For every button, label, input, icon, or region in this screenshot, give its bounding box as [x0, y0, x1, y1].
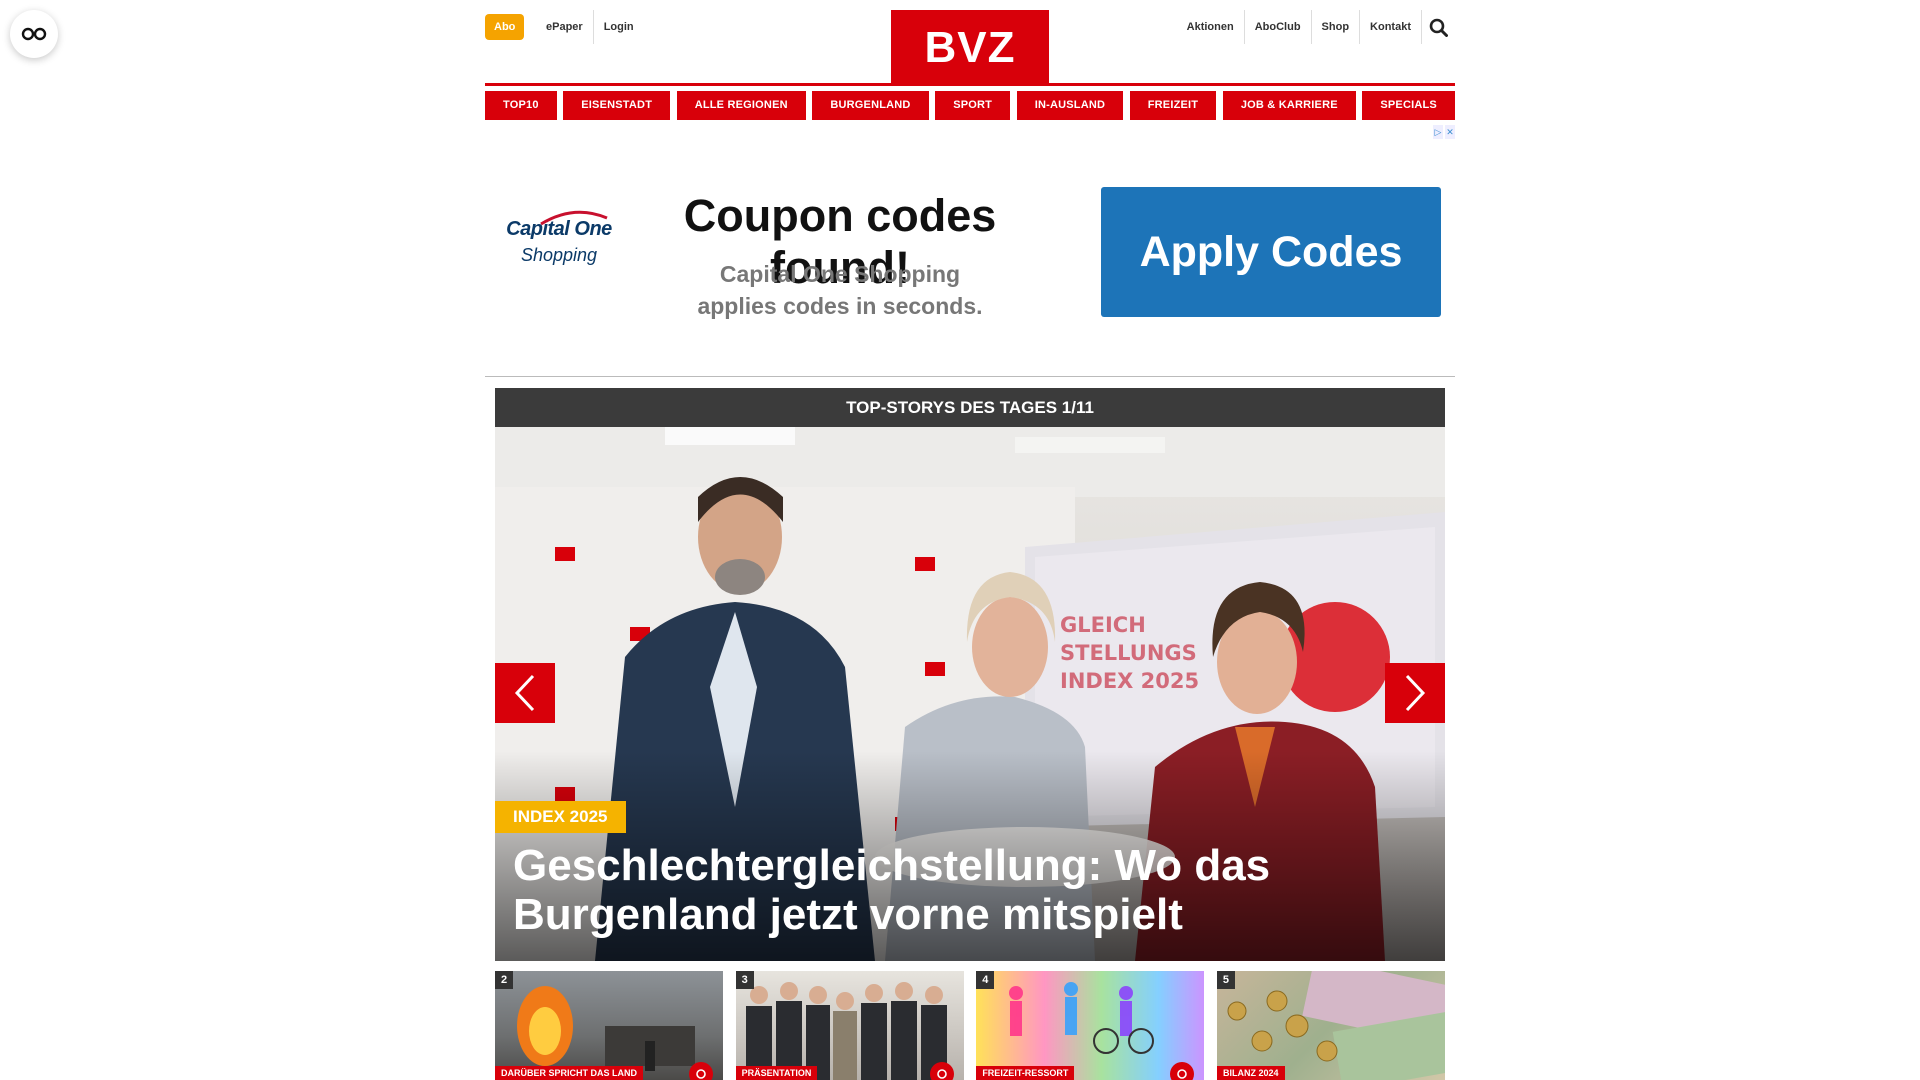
swoosh-icon — [540, 210, 608, 226]
kontakt-link[interactable]: Kontakt — [1359, 10, 1421, 44]
abo-button[interactable]: Abo — [485, 14, 525, 40]
nav-item-top10[interactable]: TOP10 — [485, 91, 557, 120]
nav-item-in-ausland[interactable]: IN-AUSLAND — [1016, 91, 1124, 120]
epaper-link[interactable]: ePaper — [536, 10, 593, 44]
ad-subline: Capital One Shopping applies codes in se… — [645, 258, 1035, 322]
nav-item-job-karriere[interactable]: JOB & KARRIERE — [1222, 91, 1356, 120]
aktionen-link[interactable]: Aktionen — [1177, 10, 1244, 44]
thumbnail-number: 3 — [735, 971, 754, 989]
nav-item-freizeit[interactable]: FREIZEIT — [1129, 91, 1217, 120]
story-thumbnails: 2 DARÜBER SPRICHT DAS LAND 3 PRÄSENTATIO… — [495, 971, 1445, 1080]
camera-icon — [689, 1062, 713, 1080]
glasses-icon — [21, 27, 47, 41]
site-logo[interactable]: BVZ — [891, 10, 1049, 83]
top-links-right: Aktionen AboClub Shop Kontakt — [1177, 10, 1455, 44]
thumbnail-story-4[interactable]: 4 FREIZEIT-RESSORT — [976, 971, 1205, 1080]
page-wrapper: Abo ePaper Login BVZ Aktionen AboClub Sh… — [485, 0, 1455, 1080]
screen-text-1: GLEICH — [1060, 613, 1146, 637]
ad-choices[interactable]: ▷ ✕ — [1433, 125, 1455, 139]
nav-item-sport[interactable]: SPORT — [935, 91, 1011, 120]
site-header: Abo ePaper Login BVZ Aktionen AboClub Sh… — [485, 0, 1455, 86]
top-stories: TOP-STORYS DES TAGES 1/11 GLEICH STELLUN… — [495, 388, 1445, 961]
thumbnail-photo — [976, 971, 1205, 1080]
main-nav: TOP10 EISENSTADT ALLE REGIONEN BURGENLAN… — [485, 91, 1455, 120]
thumbnail-story-2[interactable]: 2 DARÜBER SPRICHT DAS LAND — [495, 971, 723, 1080]
thumbnail-tag: DARÜBER SPRICHT DAS LAND — [495, 1066, 644, 1080]
hero-kicker[interactable]: INDEX 2025 — [495, 801, 626, 833]
nav-item-burgenland[interactable]: BURGENLAND — [812, 91, 929, 120]
thumbnail-photo — [745, 982, 947, 1080]
thumbnail-number: 5 — [1216, 971, 1235, 989]
thumbnail-tag: PRÄSENTATION — [735, 1066, 818, 1080]
chevron-right-icon — [1405, 674, 1426, 712]
nav-item-alle-regionen[interactable]: ALLE REGIONEN — [676, 91, 806, 120]
advertisement-banner[interactable]: ▷ ✕ Capital One Shopping Coupon codes fo… — [485, 125, 1455, 377]
thumbnail-tag: FREIZEIT-RESSORT — [976, 1066, 1075, 1080]
ad-subline-1: Capital One Shopping — [719, 261, 961, 287]
thumbnail-number: 2 — [495, 971, 513, 989]
hero-story[interactable]: GLEICH STELLUNGS INDEX 2025 INDEX 2025 G… — [495, 427, 1445, 961]
apply-codes-button[interactable]: Apply Codes — [1101, 187, 1441, 317]
nav-item-specials[interactable]: SPECIALS — [1362, 91, 1455, 120]
ad-subline-2: applies codes in seconds. — [697, 293, 983, 319]
hero-headline[interactable]: Geschlechtergleichstellung: Wo das Burge… — [513, 841, 1373, 939]
thumbnail-tag: BILANZ 2024 — [1216, 1066, 1285, 1080]
top-links-left: ePaper Login — [536, 10, 644, 44]
camera-icon — [929, 1062, 954, 1080]
carousel-next-button[interactable] — [1385, 663, 1445, 723]
top-stories-header: TOP-STORYS DES TAGES 1/11 — [495, 388, 1445, 427]
nav-item-eisenstadt[interactable]: EISENSTADT — [563, 91, 671, 120]
thumbnail-photo — [517, 986, 695, 1071]
chevron-left-icon — [514, 674, 535, 712]
ad-info-icon[interactable]: ▷ — [1433, 125, 1443, 139]
carousel-prev-button[interactable] — [495, 663, 555, 723]
login-link[interactable]: Login — [592, 10, 644, 44]
screen-text-2: STELLUNGS — [1060, 641, 1197, 665]
capital-one-logo: Capital One Shopping — [499, 210, 619, 266]
shop-link[interactable]: Shop — [1310, 10, 1360, 44]
accessibility-button[interactable] — [10, 10, 58, 58]
search-icon[interactable] — [1421, 10, 1455, 44]
ad-close-icon[interactable]: ✕ — [1445, 125, 1455, 139]
ad-brand-sub: Shopping — [520, 245, 598, 265]
aboclub-link[interactable]: AboClub — [1243, 10, 1311, 44]
thumbnail-story-5[interactable]: 5 BILANZ 2024 — [1216, 971, 1445, 1080]
screen-text-3: INDEX 2025 — [1060, 669, 1199, 693]
thumbnail-story-3[interactable]: 3 PRÄSENTATION — [735, 971, 964, 1080]
header-divider — [485, 83, 1455, 86]
thumbnail-number: 4 — [976, 971, 995, 989]
thumbnail-photo — [1227, 971, 1445, 1080]
